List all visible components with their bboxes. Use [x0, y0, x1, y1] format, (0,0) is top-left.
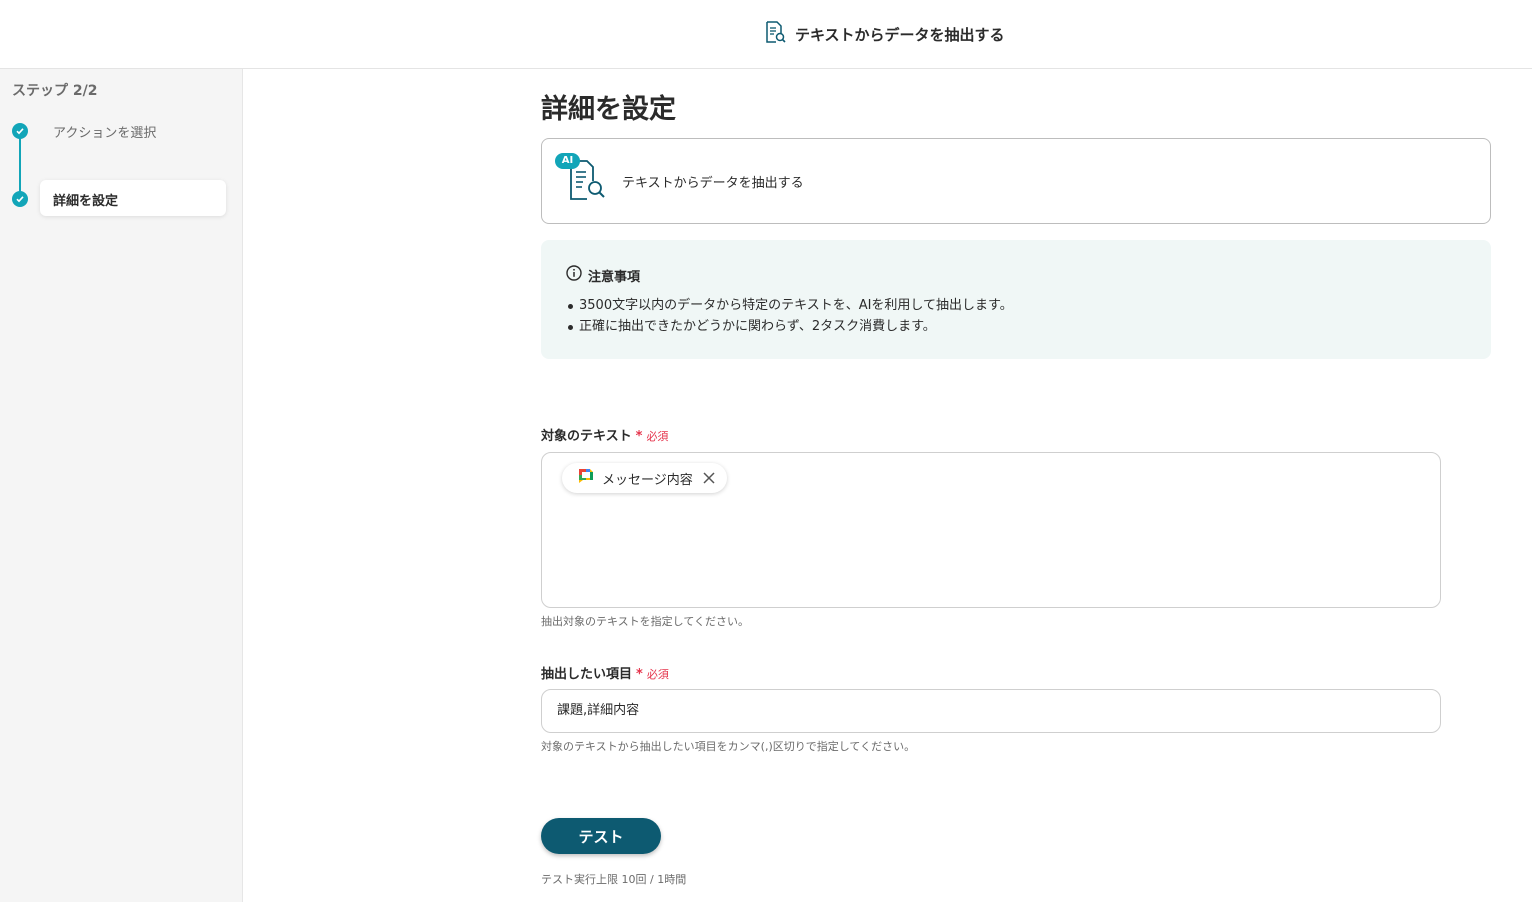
extract-items-input[interactable]: 課題,詳細内容	[541, 689, 1441, 733]
sidebar-item-select-action[interactable]: アクションを選択	[53, 122, 156, 141]
test-button[interactable]: テスト	[541, 818, 661, 854]
google-chat-icon	[578, 468, 594, 488]
list-item: 3500文字以内のデータから特定のテキストを、AIを利用して抽出します。	[568, 295, 1013, 316]
variable-chip[interactable]: メッセージ内容	[562, 463, 727, 493]
target-text-label: 対象のテキスト * 必須	[541, 425, 668, 444]
top-bar: テキストからデータを抽出する	[0, 0, 1532, 69]
notice-header: 注意事項	[566, 265, 640, 285]
required-asterisk: *	[635, 429, 643, 444]
step-check-icon	[12, 191, 28, 207]
extract-items-help: 対象のテキストから抽出したい項目をカンマ(,)区切りで指定してください。	[541, 740, 916, 753]
close-icon[interactable]	[701, 470, 717, 486]
header-title: テキストからデータを抽出する	[795, 25, 1005, 44]
notice-box: 注意事項 3500文字以内のデータから特定のテキストを、AIを利用して抽出します…	[541, 240, 1491, 359]
sidebar-item-label: 詳細を設定	[53, 194, 119, 209]
document-search-icon	[763, 20, 787, 48]
required-label: 必須	[646, 668, 669, 681]
action-name: テキストからデータを抽出する	[622, 176, 804, 191]
target-text-help: 抽出対象のテキストを指定してください。	[541, 615, 750, 628]
ai-action-icon: AI	[555, 153, 607, 201]
list-item: 正確に抽出できたかどうかに関わらず、2タスク消費します。	[568, 316, 1013, 337]
step-counter: ステップ 2/2	[12, 83, 98, 99]
header-title-group: テキストからデータを抽出する	[763, 20, 1005, 48]
ai-badge: AI	[555, 153, 580, 169]
target-text-input[interactable]: メッセージ内容	[541, 452, 1441, 608]
test-limit-text: テスト実行上限 10回 / 1時間	[541, 873, 687, 886]
info-icon	[566, 265, 582, 285]
required-label: 必須	[646, 430, 669, 443]
step-sidebar: ステップ 2/2 アクションを選択 詳細を設定	[0, 69, 243, 902]
field-label-text: 対象のテキスト	[541, 429, 632, 444]
page-title: 詳細を設定	[541, 94, 676, 125]
step-connector-line	[19, 131, 21, 199]
field-label-text: 抽出したい項目	[541, 667, 633, 682]
required-asterisk: *	[636, 667, 643, 682]
step-check-icon	[12, 123, 28, 139]
sidebar-item-configure-details[interactable]: 詳細を設定	[40, 180, 226, 216]
notice-title: 注意事項	[588, 269, 641, 285]
extract-items-label: 抽出したい項目 * 必須	[541, 663, 669, 682]
chip-label: メッセージ内容	[602, 472, 693, 488]
notice-list: 3500文字以内のデータから特定のテキストを、AIを利用して抽出します。 正確に…	[568, 295, 1013, 337]
action-card: AI テキストからデータを抽出する	[541, 138, 1491, 224]
